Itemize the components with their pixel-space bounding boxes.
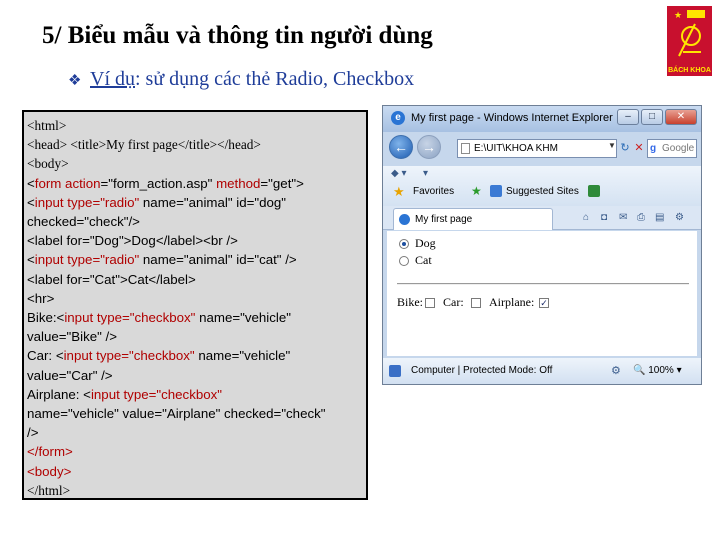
menu-arrow-icon[interactable]: ◆ ▾ <box>391 168 407 179</box>
checkbox-airplane[interactable]: ✓ <box>539 298 549 308</box>
favorites-bar: ◆ ▾ ▾ ★ Favorites ★ Suggested Sites <box>383 166 701 206</box>
computer-zone-icon <box>389 365 401 377</box>
print-icon[interactable]: ⎙ <box>637 212 645 223</box>
code-line: <head> <title>My first page</title></hea… <box>27 137 261 153</box>
svg-text:★: ★ <box>674 11 682 21</box>
tab-label: My first page <box>415 214 473 225</box>
toolbar-tools-icon[interactable]: ▾ <box>423 168 428 179</box>
tab-row: My first page ⌂ ◘ ✉ ⎙ ▤ ⚙ <box>383 206 701 230</box>
checkbox-label-bike: Bike: <box>397 295 423 309</box>
code-line: Bike:<input type="checkbox" name="vehicl… <box>27 310 291 326</box>
status-text: Computer | Protected Mode: Off <box>411 365 553 376</box>
code-line: <label for="Cat">Cat</label> <box>27 271 196 287</box>
google-icon: g <box>650 143 657 154</box>
radio-label-dog[interactable]: Dog <box>415 236 436 251</box>
subtitle-label: Ví dụ <box>90 68 135 90</box>
subtitle: ❖ Ví dụ: sử dụng các thẻ Radio, Checkbox <box>68 68 414 91</box>
code-listing: <html> <head> <title>My first page</titl… <box>22 110 368 500</box>
status-bar: Computer | Protected Mode: Off ⚙ 🔍 100% … <box>383 358 701 384</box>
tools-menu-icon[interactable]: ⚙ <box>675 212 684 223</box>
code-line: name="vehicle" value="Airplane" checked=… <box>27 406 326 422</box>
code-line: value="Car" /> <box>27 367 113 383</box>
zoom-level[interactable]: 🔍 100% ▾ <box>633 365 682 376</box>
suggested-sites-link[interactable]: Suggested Sites <box>506 186 579 197</box>
ie-page-icon <box>399 214 410 225</box>
logo-text: BÁCH KHOA <box>668 67 711 74</box>
address-toolbar: ← → E:\UIT\KHOA KHM ▼ ↻ ✕ g Google <box>383 132 701 166</box>
protected-mode-icon[interactable]: ⚙ <box>611 364 621 377</box>
stop-icon[interactable]: ✕ <box>631 140 647 157</box>
code-line: <label for="Dog">Dog</label><br /> <box>27 233 238 249</box>
favorites-button[interactable]: Favorites <box>413 186 454 197</box>
horizontal-rule <box>397 283 689 285</box>
bach-khoa-logo: ★ BÁCH KHOA <box>667 6 712 76</box>
code-line: <html> <box>27 118 67 133</box>
subtitle-text: : sử dụng các thẻ Radio, Checkbox <box>135 68 415 90</box>
maximize-button[interactable]: □ <box>641 109 663 125</box>
chevron-down-icon[interactable]: ▼ <box>608 141 616 150</box>
search-input[interactable]: g Google <box>647 139 697 158</box>
address-text: E:\UIT\KHOA KHM <box>474 143 558 154</box>
radio-label-cat[interactable]: Cat <box>415 253 432 268</box>
slide-title: 5/ Biểu mẫu và thông tin người dùng <box>42 22 433 49</box>
mail-icon[interactable]: ✉ <box>619 212 627 223</box>
code-line: Airplane: <input type="checkbox" <box>27 386 223 402</box>
checkbox-label-airplane: Airplane: <box>489 295 535 309</box>
radio-cat[interactable] <box>399 256 409 266</box>
code-line: </html> <box>27 482 71 498</box>
add-favorite-icon[interactable]: ★ <box>471 184 482 198</box>
page-icon <box>461 143 470 154</box>
web-slice-icon[interactable] <box>588 185 600 197</box>
feeds-icon[interactable]: ◘ <box>601 212 607 223</box>
code-line: <input type="radio" name="animal" id="ca… <box>27 252 297 268</box>
code-line: value="Bike" /> <box>27 329 118 345</box>
close-button[interactable]: ✕ <box>665 109 697 125</box>
title-bar: e My first page - Windows Internet Explo… <box>383 106 701 132</box>
code-line: /> <box>27 425 39 441</box>
home-icon[interactable]: ⌂ <box>583 212 589 223</box>
checkbox-bike[interactable] <box>425 298 435 308</box>
page-menu-icon[interactable]: ▤ <box>655 212 664 223</box>
minimize-button[interactable]: – <box>617 109 639 125</box>
suggested-sites-icon <box>490 185 502 197</box>
code-line: <input type="radio" name="animal" id="do… <box>27 194 286 210</box>
address-bar[interactable]: E:\UIT\KHOA KHM <box>457 139 617 158</box>
back-button[interactable]: ← <box>389 135 413 159</box>
code-line: <body> <box>27 156 69 172</box>
checkbox-label-car: Car: <box>443 295 464 309</box>
code-line: Car: <input type="checkbox" name="vehicl… <box>27 348 291 364</box>
code-line: <hr> <box>27 290 55 306</box>
forward-button[interactable]: → <box>417 135 441 159</box>
code-line: <form action="form_action.asp" method="g… <box>27 175 304 191</box>
code-line: checked="check"/> <box>27 214 140 230</box>
checkbox-car[interactable] <box>471 298 481 308</box>
code-line: </form> <box>27 444 73 460</box>
window-title: My first page - Windows Internet Explore… <box>411 112 613 124</box>
diamond-bullet-icon: ❖ <box>68 73 82 89</box>
code-line: <body> <box>27 463 72 479</box>
radio-dog[interactable] <box>399 239 409 249</box>
tab-my-first-page[interactable]: My first page <box>393 208 553 230</box>
page-content: Dog Cat Bike: Car: Airplane: ✓ <box>387 231 697 356</box>
browser-window: e My first page - Windows Internet Explo… <box>382 105 702 385</box>
search-placeholder: Google <box>662 143 695 154</box>
ie-icon: e <box>391 111 405 125</box>
favorites-star-icon[interactable]: ★ <box>393 184 405 200</box>
